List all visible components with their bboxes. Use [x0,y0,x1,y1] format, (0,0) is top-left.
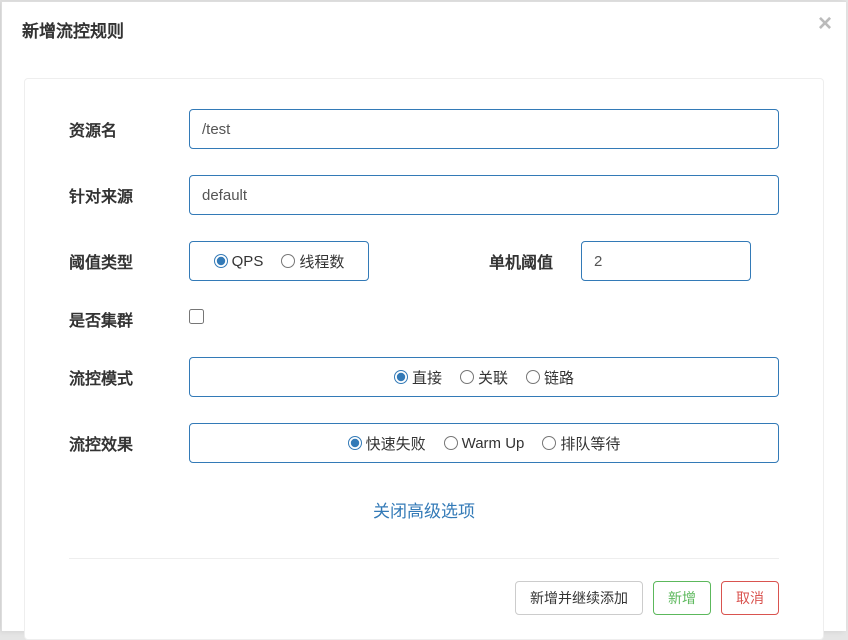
radio-effect-warmup[interactable]: Warm Up [444,435,525,452]
radio-thread[interactable]: 线程数 [281,251,344,272]
mode-group: 直接 关联 链路 [189,357,779,397]
radio-mode-direct-label: 直接 [412,367,442,388]
label-resource: 资源名 [69,117,189,141]
threshold-input[interactable] [581,241,751,281]
label-threshold-type: 阈值类型 [69,249,189,273]
toggle-advanced-link[interactable]: 关闭高级选项 [373,502,475,521]
radio-effect-warmup-input[interactable] [444,436,458,450]
label-threshold: 单机阈值 [489,249,553,273]
source-input[interactable] [189,175,779,215]
radio-mode-chain[interactable]: 链路 [526,367,574,388]
radio-mode-direct[interactable]: 直接 [394,367,442,388]
row-mode: 流控模式 直接 关联 链路 [69,357,779,397]
threshold-type-group: QPS 线程数 [189,241,369,281]
radio-mode-direct-input[interactable] [394,370,408,384]
radio-mode-chain-label: 链路 [544,367,574,388]
add-button[interactable]: 新增 [653,581,711,615]
radio-qps-input[interactable] [214,254,228,268]
label-effect: 流控效果 [69,431,189,455]
radio-effect-queue[interactable]: 排队等待 [542,433,620,454]
radio-effect-fail-input[interactable] [348,436,362,450]
radio-mode-relate-input[interactable] [460,370,474,384]
cluster-checkbox[interactable] [189,309,204,324]
form-panel: 资源名 针对来源 阈值类型 QPS 线程数 [24,78,824,640]
row-effect: 流控效果 快速失败 Warm Up 排队等待 [69,423,779,463]
add-continue-button[interactable]: 新增并继续添加 [515,581,643,615]
effect-group: 快速失败 Warm Up 排队等待 [189,423,779,463]
cancel-button[interactable]: 取消 [721,581,779,615]
row-source: 针对来源 [69,175,779,215]
label-cluster: 是否集群 [69,307,189,331]
row-threshold-type: 阈值类型 QPS 线程数 单机阈值 [69,241,779,281]
modal-header: 新增流控规则 [2,2,846,56]
radio-qps[interactable]: QPS [214,253,264,270]
advanced-row: 关闭高级选项 [69,497,779,522]
radio-effect-fail-label: 快速失败 [366,433,426,454]
radio-mode-relate[interactable]: 关联 [460,367,508,388]
radio-effect-queue-label: 排队等待 [560,433,620,454]
radio-effect-warmup-label: Warm Up [462,435,525,452]
label-mode: 流控模式 [69,365,189,389]
row-cluster: 是否集群 [69,307,779,331]
resource-input[interactable] [189,109,779,149]
row-resource: 资源名 [69,109,779,149]
modal-dialog: × 新增流控规则 资源名 针对来源 阈值类型 QPS [1,1,846,631]
radio-effect-queue-input[interactable] [542,436,556,450]
radio-thread-label: 线程数 [299,251,344,272]
radio-qps-label: QPS [232,253,264,270]
radio-thread-input[interactable] [281,254,295,268]
modal-title: 新增流控规则 [22,17,826,42]
radio-effect-fail[interactable]: 快速失败 [348,433,426,454]
modal-footer: 新增并继续添加 新增 取消 [69,559,779,615]
radio-mode-chain-input[interactable] [526,370,540,384]
label-source: 针对来源 [69,183,189,207]
close-icon[interactable]: × [818,12,832,36]
radio-mode-relate-label: 关联 [478,367,508,388]
